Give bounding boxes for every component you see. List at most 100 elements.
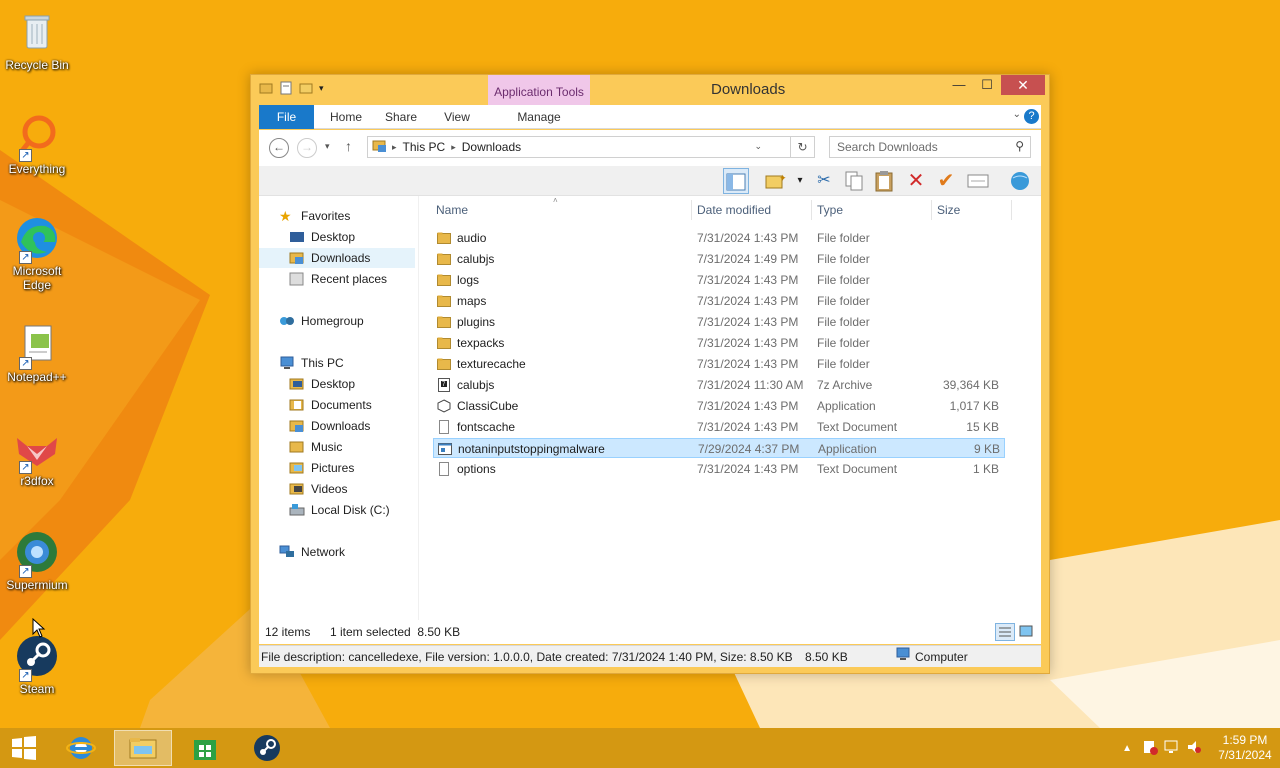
copy-button[interactable] [841, 168, 867, 194]
help-icon[interactable]: ? [1024, 109, 1039, 124]
shortcut-arrow-icon: ↗ [19, 251, 32, 264]
recent-locations-icon[interactable]: ▾ [325, 141, 330, 152]
properties-icon[interactable] [279, 81, 293, 95]
tab-view[interactable]: View [433, 105, 481, 129]
column-header-type[interactable]: Type [817, 202, 843, 222]
tab-home[interactable]: Home [321, 105, 371, 129]
desktop-icon-supermium[interactable]: ↗ Supermium [2, 528, 72, 592]
file-list: ˄ Name Date modified Type Size audio 7/31… [429, 196, 1041, 620]
new-folder-icon[interactable] [299, 81, 313, 95]
table-row[interactable]: audio 7/31/2024 1:43 PM File folder [433, 228, 1005, 248]
cut-button[interactable]: ✂ [811, 168, 837, 194]
show-hidden-icons-button[interactable]: ▲ [1122, 743, 1132, 754]
column-divider[interactable] [811, 200, 812, 220]
title-bar[interactable]: ▾ Application Tools Downloads — ☐ ✕ [251, 75, 1049, 105]
forward-button[interactable]: → [297, 138, 317, 158]
taskbar-file-explorer-button[interactable] [114, 730, 172, 766]
details-view-button[interactable] [995, 623, 1015, 641]
column-divider[interactable] [1011, 200, 1012, 220]
nav-this-pc-local-disk[interactable]: Local Disk (C:) [289, 500, 390, 520]
nav-this-pc-videos[interactable]: Videos [289, 479, 347, 499]
desktop-icon-steam[interactable]: ↗ Steam [2, 632, 72, 696]
taskbar-store-button[interactable] [176, 730, 234, 766]
nav-network[interactable]: Network [279, 542, 345, 562]
large-icons-view-button[interactable] [1017, 623, 1037, 641]
refresh-button[interactable]: ↻ [791, 136, 815, 158]
preview-pane-button[interactable] [723, 168, 749, 194]
rename-button[interactable]: ✔ [933, 168, 959, 194]
nav-favorites-desktop[interactable]: Desktop [289, 227, 355, 247]
desktop-icon-notepadpp[interactable]: ↗ Notepad++ [2, 320, 72, 384]
tab-share[interactable]: Share [377, 105, 425, 129]
network-globe-icon[interactable] [1007, 168, 1033, 194]
column-header-date[interactable]: Date modified [697, 202, 771, 222]
chevron-down-icon[interactable]: ▾ [787, 168, 813, 194]
nav-favorites[interactable]: ★ Favorites [279, 206, 350, 226]
desktop-icon-everything[interactable]: ↗ Everything [2, 112, 72, 176]
column-header-name[interactable]: Name [436, 202, 468, 222]
table-row[interactable]: 7 calubjs 7/31/2024 11:30 AM 7z Archive 39,3… [433, 375, 1005, 395]
explorer-window[interactable]: ▾ Application Tools Downloads — ☐ ✕ File… [250, 74, 1050, 674]
file-date: 7/31/2024 11:30 AM [697, 378, 804, 392]
column-divider[interactable] [931, 200, 932, 220]
table-row-selected[interactable]: notaninputstoppingmalware 7/29/2024 4:37 … [433, 438, 1005, 458]
back-button[interactable]: ← [269, 138, 289, 158]
search-input[interactable]: Search Downloads ⚲ [829, 136, 1031, 158]
network-status-icon[interactable] [1164, 739, 1180, 758]
nav-this-pc-desktop[interactable]: Desktop [289, 374, 355, 394]
table-row[interactable]: texturecache 7/31/2024 1:43 PM File folder [433, 354, 1005, 374]
column-header-size[interactable]: Size [937, 202, 960, 222]
chevron-down-icon[interactable]: ▾ [319, 81, 333, 95]
table-row[interactable]: options 7/31/2024 1:43 PM Text Document 1 K… [433, 459, 1005, 479]
close-button[interactable]: ✕ [1001, 75, 1045, 95]
clock[interactable]: 1:59 PM 7/31/2024 [1210, 733, 1280, 763]
nav-label: Downloads [311, 251, 371, 265]
tab-file[interactable]: File [259, 105, 314, 129]
search-placeholder: Search Downloads [837, 140, 938, 154]
table-row[interactable]: calubjs 7/31/2024 1:49 PM File folder [433, 249, 1005, 269]
table-row[interactable]: plugins 7/31/2024 1:43 PM File folder [433, 312, 1005, 332]
maximize-button[interactable]: ☐ [973, 75, 1001, 95]
table-row[interactable]: maps 7/31/2024 1:43 PM File folder [433, 291, 1005, 311]
ribbon-expand-icon[interactable]: ⌄ [1013, 109, 1021, 120]
nav-favorites-downloads[interactable]: Downloads [259, 248, 415, 268]
table-row[interactable]: texpacks 7/31/2024 1:43 PM File folder [433, 333, 1005, 353]
minimize-button[interactable]: — [945, 75, 973, 95]
desktop-icon-r3dfox[interactable]: ↗ r3dfox [2, 424, 72, 488]
nav-favorites-recent-places[interactable]: Recent places [289, 269, 387, 289]
hard-drive-icon [289, 503, 305, 517]
table-row[interactable]: fontscache 7/31/2024 1:43 PM Text Document… [433, 417, 1005, 437]
file-name: texturecache [457, 357, 526, 371]
nav-this-pc-music[interactable]: Music [289, 437, 342, 457]
taskbar-ie-button[interactable] [52, 730, 110, 766]
file-size: 15 KB [966, 420, 999, 434]
address-dropdown-icon[interactable]: ⌄ [754, 141, 762, 152]
nav-this-pc-documents[interactable]: Documents [289, 395, 372, 415]
volume-muted-icon[interactable] [1186, 739, 1202, 758]
delete-button[interactable]: ✕ [903, 168, 929, 194]
nav-this-pc[interactable]: This PC [279, 353, 344, 373]
column-divider[interactable] [691, 200, 692, 220]
breadcrumb-downloads[interactable]: Downloads [462, 140, 521, 154]
taskbar-steam-button[interactable] [238, 730, 296, 766]
desktop-icon-recycle-bin[interactable]: Recycle Bin [2, 8, 72, 72]
nav-this-pc-pictures[interactable]: Pictures [289, 458, 354, 478]
nav-this-pc-downloads[interactable]: Downloads [289, 416, 370, 436]
address-bar[interactable]: ▸ This PC ▸ Downloads ⌄ [367, 136, 791, 158]
breadcrumb-this-pc[interactable]: This PC [403, 140, 446, 154]
paste-button[interactable] [871, 168, 897, 194]
table-row[interactable]: ClassiCube 7/31/2024 1:43 PM Application 1,… [433, 396, 1005, 416]
folder-icon [289, 440, 305, 454]
folder-icon [289, 482, 305, 496]
item-count: 12 items [265, 625, 311, 639]
table-row[interactable]: logs 7/31/2024 1:43 PM File folder [433, 270, 1005, 290]
tab-manage[interactable]: Manage [499, 105, 579, 129]
properties-button[interactable] [965, 168, 991, 194]
up-button[interactable]: ↑ [345, 138, 352, 154]
new-folder-button[interactable]: ✦ [763, 168, 789, 194]
action-center-icon[interactable] [1142, 739, 1158, 758]
file-name: maps [457, 294, 487, 308]
desktop-icon-edge[interactable]: ↗ Microsoft Edge [2, 214, 72, 292]
start-button[interactable] [0, 730, 48, 766]
nav-homegroup[interactable]: Homegroup [279, 311, 364, 331]
